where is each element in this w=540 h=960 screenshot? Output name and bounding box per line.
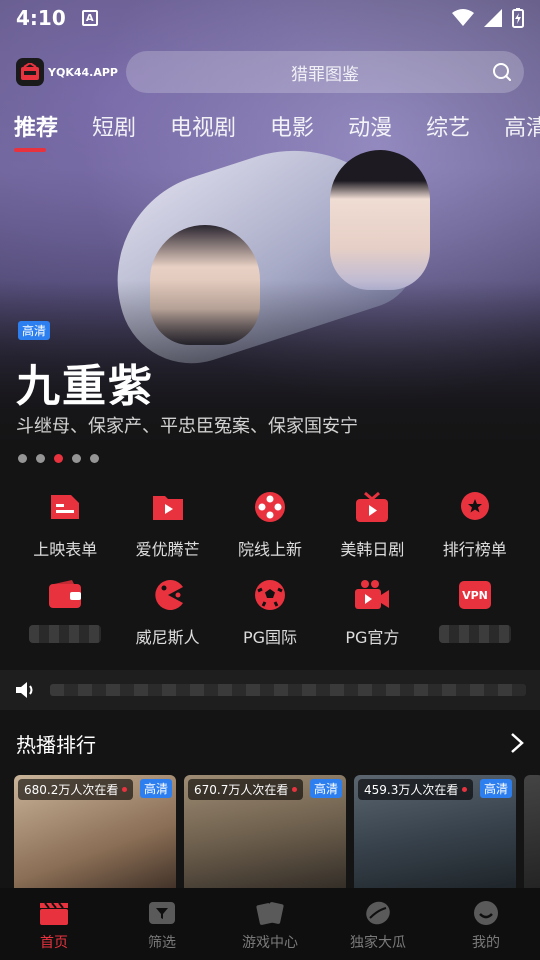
shortcut-grid: 上映表单 爱优腾芒 院线上新 美韩日剧 排行榜单 威尼斯人 PG国际 PG官方 … (14, 490, 526, 647)
video-camera-icon (354, 578, 390, 612)
nav-home[interactable]: 首页 (0, 888, 108, 960)
play-folder-icon (150, 490, 186, 524)
chevron-right-icon[interactable] (510, 732, 524, 754)
bottom-navigation: 首页 筛选 游戏中心 独家大瓜 我的 (0, 888, 540, 960)
nav-label: 筛选 (148, 935, 176, 951)
grid-item-pg-international[interactable]: PG国际 (219, 578, 321, 647)
top-header: YQK44.APP 猎罪图鉴 (16, 50, 524, 94)
carousel-dot[interactable] (72, 454, 81, 463)
speaker-icon (16, 682, 33, 698)
film-reel-icon (252, 490, 288, 524)
grid-item-foreign-drama[interactable]: 美韩日剧 (321, 490, 423, 559)
view-count-badge: 670.7万人次在看 (188, 779, 304, 800)
view-count-badge: 459.3万人次在看 (358, 779, 474, 800)
view-count-badge: 680.2万人次在看 (18, 779, 134, 800)
hero-subtitle: 斗继母、保家产、平忠臣冤案、保家国安宁 (16, 416, 358, 437)
signal-icon (484, 9, 502, 27)
carousel-dot[interactable] (18, 454, 27, 463)
search-bar[interactable]: 猎罪图鉴 (125, 51, 524, 93)
list-icon (47, 490, 83, 524)
profile-icon (471, 900, 501, 926)
grid-label: PG国际 (242, 628, 298, 647)
battery-icon (512, 8, 524, 28)
grid-item-release-list[interactable]: 上映表单 (14, 490, 116, 559)
grid-label: 威尼斯人 (135, 628, 200, 647)
status-bar: 4:10 A (0, 0, 540, 36)
search-icon[interactable] (492, 62, 512, 82)
grid-item-vpn[interactable]: VPN (424, 578, 526, 644)
hero-artwork-woman (330, 150, 430, 290)
tab-recommend[interactable]: 推荐 (14, 110, 58, 152)
nav-profile[interactable]: 我的 (432, 888, 540, 960)
nav-label: 游戏中心 (242, 935, 298, 951)
grid-label: 爱优腾芒 (135, 540, 200, 559)
vpn-icon: VPN (457, 578, 493, 612)
grid-item-venetian[interactable]: 威尼斯人 (116, 578, 218, 647)
tab-tv-series[interactable]: 电视剧 (170, 110, 236, 142)
poster-card[interactable]: 670.7万人次在看 高清 (184, 775, 346, 895)
grid-label: PG官方 (345, 628, 400, 647)
category-tabs: 推荐 短剧 电视剧 电影 动漫 综艺 高清 (14, 110, 540, 152)
status-time: 4:10 (16, 6, 66, 30)
wallet-icon (47, 578, 83, 612)
section-title: 热播排行 (16, 732, 96, 757)
clapperboard-icon (39, 900, 69, 926)
nav-game-center[interactable]: 游戏中心 (216, 888, 324, 960)
melon-icon (363, 900, 393, 926)
grid-label: 上映表单 (33, 540, 98, 559)
announcement-text-blurred (50, 684, 526, 696)
nav-label: 我的 (472, 935, 500, 951)
nav-filter[interactable]: 筛选 (108, 888, 216, 960)
hot-ranking-header: 热播排行 (16, 728, 524, 758)
hd-badge: 高清 (139, 779, 172, 798)
grid-label: 排行榜单 (442, 540, 507, 559)
wifi-icon (452, 9, 474, 26)
carousel-dot[interactable] (90, 454, 99, 463)
svg-text:VPN: VPN (462, 589, 488, 602)
nav-label: 首页 (40, 935, 68, 951)
tab-short-drama[interactable]: 短剧 (92, 110, 136, 142)
carousel-dot[interactable] (36, 454, 45, 463)
live-dot (292, 787, 298, 792)
app-notification-icon: A (81, 10, 98, 26)
soccer-ball-icon (252, 578, 288, 612)
live-dot (462, 787, 468, 792)
live-dot (122, 787, 128, 792)
logo-text: YQK44.APP (48, 65, 118, 79)
grid-item-streaming[interactable]: 爱优腾芒 (116, 490, 218, 559)
pacman-icon (150, 578, 186, 612)
blurred-label (438, 625, 511, 643)
hd-badge: 高清 (479, 779, 512, 798)
tab-movies[interactable]: 电影 (270, 110, 314, 142)
hero-title[interactable]: 九重紫 (16, 350, 154, 414)
announcement-bar[interactable] (0, 670, 540, 710)
tab-hd[interactable]: 高清 (504, 110, 540, 142)
star-badge-icon (457, 490, 493, 524)
search-placeholder: 猎罪图鉴 (290, 64, 359, 85)
poster-card[interactable]: 459.3万人次在看 高清 (354, 775, 516, 895)
tab-anime[interactable]: 动漫 (348, 110, 392, 142)
hot-ranking-list: 680.2万人次在看 高清 670.7万人次在看 高清 459.3万人次在看 高… (14, 775, 540, 895)
tv-icon (354, 490, 390, 524)
blurred-label (29, 625, 102, 643)
grid-label: 美韩日剧 (340, 540, 405, 559)
nav-label: 独家大瓜 (350, 935, 406, 951)
filter-icon (147, 900, 177, 926)
app-logo[interactable]: YQK44.APP (16, 58, 118, 86)
grid-item-rankings[interactable]: 排行榜单 (424, 490, 526, 559)
grid-item-blurred-1[interactable] (14, 578, 116, 644)
hero-hd-badge: 高清 (18, 321, 51, 340)
hd-badge: 高清 (309, 779, 342, 798)
grid-label: 院线上新 (237, 540, 302, 559)
tab-variety[interactable]: 综艺 (426, 110, 470, 142)
carousel-indicator (18, 454, 99, 463)
grid-item-cinema-new[interactable]: 院线上新 (219, 490, 321, 559)
carousel-dot-active[interactable] (54, 454, 63, 463)
poster-card-partial[interactable] (524, 775, 540, 895)
cards-icon (255, 900, 285, 926)
logo-icon (16, 58, 44, 86)
nav-exclusive[interactable]: 独家大瓜 (324, 888, 432, 960)
grid-item-pg-official[interactable]: PG官方 (321, 578, 423, 647)
poster-card[interactable]: 680.2万人次在看 高清 (14, 775, 176, 895)
